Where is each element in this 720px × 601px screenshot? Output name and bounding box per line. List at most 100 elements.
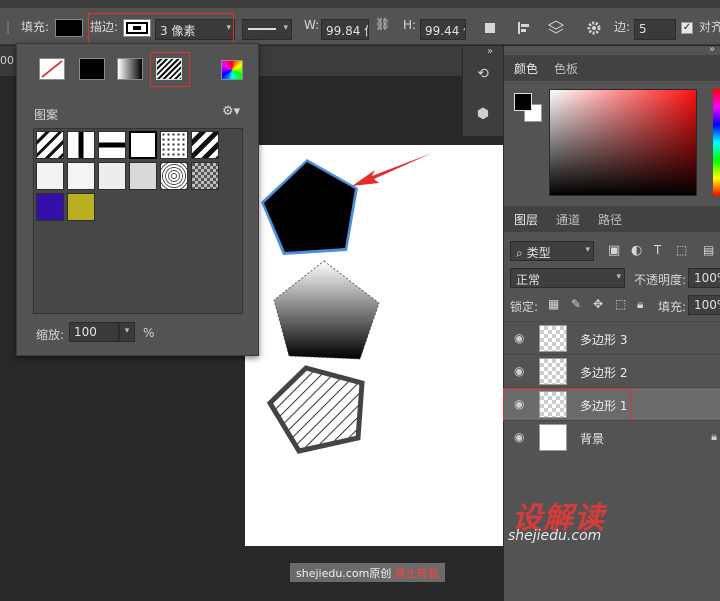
link-icon[interactable]: ⛓	[375, 17, 390, 31]
layer-name: 背景	[580, 432, 605, 446]
scale-label: 缩放:	[36, 328, 65, 342]
pattern-swatch[interactable]	[160, 131, 188, 159]
stroke-style-dropdown[interactable]: ▾	[242, 19, 292, 40]
pattern-swatch[interactable]	[36, 162, 64, 190]
pattern-settings-gear-icon[interactable]: ⚙▾	[222, 104, 240, 119]
chevron-down-icon[interactable]: ▾	[119, 322, 135, 342]
blend-mode-value: 正常	[516, 273, 541, 287]
chevron-down-icon: ▾	[585, 245, 590, 255]
hue-slider[interactable]	[713, 89, 720, 196]
solid-color-button[interactable]	[79, 58, 105, 80]
visibility-eye-icon[interactable]: ◉	[514, 364, 524, 378]
separator: |	[6, 20, 11, 34]
adjustment-filter-icon[interactable]: ◐	[631, 243, 642, 258]
layer-row-selected[interactable]: ◉ 多边形 1	[504, 387, 720, 420]
layer-row[interactable]: ◉ 多边形 2	[504, 354, 720, 387]
pattern-swatch[interactable]	[191, 131, 219, 159]
document-canvas[interactable]	[245, 145, 503, 546]
height-input[interactable]: 99.44 像	[420, 19, 466, 40]
pattern-swatch[interactable]	[36, 193, 64, 221]
pattern-swatch[interactable]	[67, 193, 95, 221]
lock-icon: 🔒︎	[711, 430, 717, 443]
layer-thumbnail	[539, 424, 567, 451]
pattern-swatch[interactable]	[67, 131, 95, 159]
document-tab-label[interactable]: 00	[0, 54, 14, 67]
line-style-icon	[248, 28, 276, 30]
layers-panel-tabs: 图层 通道 路径	[504, 206, 720, 232]
watermark-notice: 禁止转载	[394, 567, 439, 580]
pattern-swatch[interactable]	[129, 131, 157, 159]
tab-color[interactable]: 颜色	[514, 60, 538, 77]
patterns-title: 图案	[34, 108, 59, 122]
width-input[interactable]: 99.84 像	[321, 19, 369, 40]
pattern-swatch[interactable]	[67, 162, 95, 190]
no-color-button[interactable]	[39, 58, 65, 80]
polygon-2-shape[interactable]	[273, 260, 380, 360]
stroke-swatch[interactable]	[123, 19, 151, 37]
pattern-picker-grid	[33, 128, 243, 314]
collapse-icon[interactable]: »	[709, 44, 715, 55]
pattern-swatch[interactable]	[98, 162, 126, 190]
smart-object-filter-icon[interactable]: ▤	[703, 243, 714, 257]
width-value: 99.84 像	[326, 24, 368, 38]
pattern-swatch[interactable]	[191, 162, 219, 190]
color-field[interactable]	[549, 89, 697, 196]
scale-input[interactable]: 100	[69, 322, 119, 342]
lock-pixels-icon[interactable]: ✎	[571, 297, 581, 311]
pattern-button[interactable]	[156, 58, 182, 80]
gear-icon[interactable]	[586, 20, 602, 36]
path-operations-icon[interactable]	[482, 20, 498, 36]
pattern-swatch[interactable]	[129, 162, 157, 190]
path-arrangement-icon[interactable]	[547, 20, 565, 36]
type-filter-icon[interactable]: T	[654, 243, 661, 257]
layer-name: 多边形 2	[580, 366, 628, 380]
stroke-label: 描边:	[90, 20, 119, 34]
align-edges-checkbox[interactable]: ✓	[681, 22, 693, 34]
pattern-swatch[interactable]	[36, 131, 64, 159]
foreground-color-swatch[interactable]	[514, 93, 532, 111]
lock-all-icon[interactable]: 🔒︎	[637, 297, 643, 312]
lock-label: 锁定:	[510, 300, 539, 314]
height-value: 99.44 像	[425, 24, 465, 38]
visibility-eye-icon[interactable]: ◉	[514, 331, 524, 345]
opacity-input[interactable]: 100%	[688, 268, 720, 288]
history-icon[interactable]: ⟲	[472, 66, 494, 88]
visibility-eye-icon[interactable]: ◉	[514, 430, 524, 444]
search-icon: ⌕	[516, 246, 523, 260]
menu-bar[interactable]	[0, 0, 720, 8]
stroke-width-dropdown[interactable]: 3 像素 ▾	[155, 19, 235, 40]
pixel-filter-icon[interactable]: ▣	[608, 243, 620, 258]
options-bar: | 填充: 描边: 3 像素 ▾ ▾ W: 99.84 像 ⛓ H: 99.44…	[0, 8, 720, 47]
color-panel-tabs: 颜色 色板	[504, 55, 720, 81]
lock-transparency-icon[interactable]: ▦	[548, 297, 559, 311]
tab-swatches[interactable]: 色板	[554, 60, 578, 77]
edges-input[interactable]: 5	[634, 19, 676, 40]
visibility-eye-icon[interactable]: ◉	[514, 397, 524, 411]
stroke-width-value: 3 像素	[160, 24, 196, 38]
layer-row[interactable]: ◉ 背景 🔒︎	[504, 420, 720, 453]
3d-cube-icon[interactable]: ⬢	[472, 106, 494, 128]
opacity-value: 100%	[694, 271, 720, 285]
polygon-3-shape[interactable]	[266, 365, 365, 454]
tab-layers[interactable]: 图层	[514, 211, 538, 228]
lock-position-icon[interactable]: ✥	[593, 297, 603, 311]
pattern-swatch[interactable]	[98, 131, 126, 159]
color-picker-icon[interactable]	[221, 60, 243, 80]
collapse-icon[interactable]: »	[487, 46, 493, 57]
layer-filter-dropdown[interactable]: ⌕ 类型 ▾	[510, 241, 594, 261]
annotation-arrow	[352, 153, 432, 186]
fill-input[interactable]: 100%	[688, 295, 720, 315]
path-alignment-icon[interactable]	[516, 20, 532, 36]
tab-paths[interactable]: 路径	[598, 211, 622, 228]
tab-channels[interactable]: 通道	[556, 211, 580, 228]
layer-row[interactable]: ◉ 多边形 3	[504, 321, 720, 354]
blend-mode-dropdown[interactable]: 正常 ▾	[510, 268, 625, 288]
lock-artboard-icon[interactable]: ⬚	[615, 297, 626, 311]
pattern-swatch[interactable]	[160, 162, 188, 190]
gradient-button[interactable]	[117, 58, 143, 80]
chevron-down-icon: ▾	[226, 23, 231, 33]
fill-label: 填充:	[21, 20, 50, 34]
fill-swatch[interactable]	[55, 19, 83, 37]
right-panels: 颜色 色板 » 图层 通道 路径 ⌕ 类型 ▾ ▣ ◐ T ⬚ ▤ 正常 ▾ 不…	[503, 44, 720, 601]
shape-filter-icon[interactable]: ⬚	[676, 243, 687, 257]
